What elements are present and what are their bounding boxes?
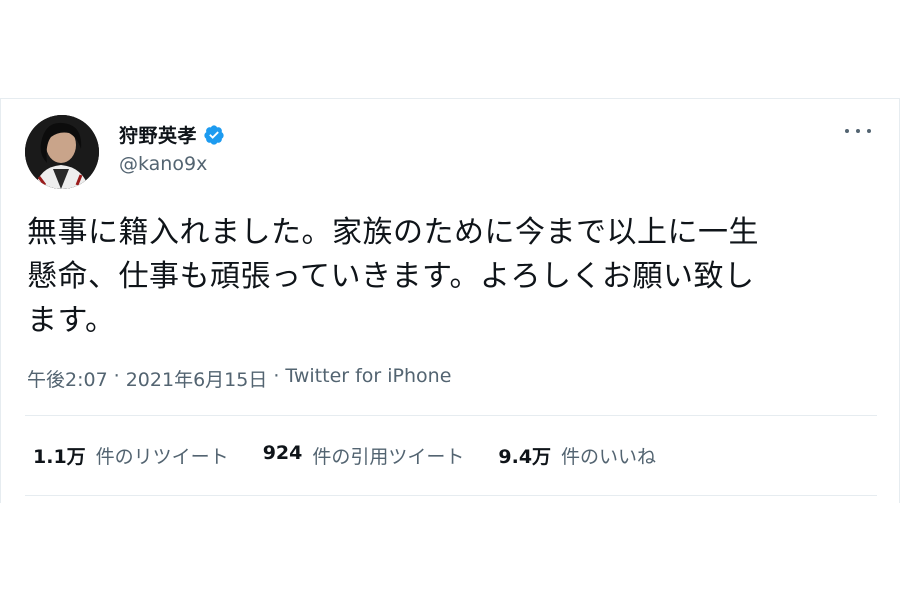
tweet-time[interactable]: 午後2:07 <box>27 365 108 392</box>
quote-label: 件の引用ツイート <box>312 446 465 468</box>
divider <box>25 415 877 416</box>
quote-stat[interactable]: 924 件の引用ツイート <box>263 442 465 469</box>
avatar-image <box>25 115 99 189</box>
avatar[interactable] <box>25 115 99 189</box>
display-name[interactable]: 狩野英孝 <box>119 121 197 148</box>
verified-badge-icon <box>203 124 225 146</box>
tweet-date[interactable]: 2021年6月15日 <box>126 365 268 392</box>
tweet-source[interactable]: Twitter for iPhone <box>285 365 451 392</box>
like-label: 件のいいね <box>561 446 657 468</box>
author-row: 狩野英孝 <box>119 121 225 148</box>
retweet-label: 件のリツイート <box>95 446 229 468</box>
like-count: 9.4万 <box>498 446 552 468</box>
retweet-stat[interactable]: 1.1万 件のリツイート <box>33 442 229 469</box>
divider <box>25 495 877 496</box>
tweet-meta: 午後2:07 · 2021年6月15日 · Twitter for iPhone <box>27 365 451 392</box>
retweet-count: 1.1万 <box>33 446 86 468</box>
like-stat[interactable]: 9.4万 件のいいね <box>498 442 656 469</box>
meta-separator: · <box>273 365 280 387</box>
more-horizontal-icon[interactable] <box>845 125 871 137</box>
quote-count: 924 <box>262 442 303 464</box>
tweet-text: 無事に籍入れました。家族のために今まで以上に一生 懸命、仕事も頑張っていきます。… <box>27 215 759 338</box>
meta-separator: · <box>113 365 120 387</box>
tweet-stats: 1.1万 件のリツイート 924 件の引用ツイート 9.4万 件のいいね <box>33 442 656 469</box>
tweet-card: 狩野英孝 @kano9x 無事に籍入れました。家族のために今まで以上に一生 懸命… <box>0 98 900 503</box>
handle[interactable]: @kano9x <box>119 153 207 175</box>
